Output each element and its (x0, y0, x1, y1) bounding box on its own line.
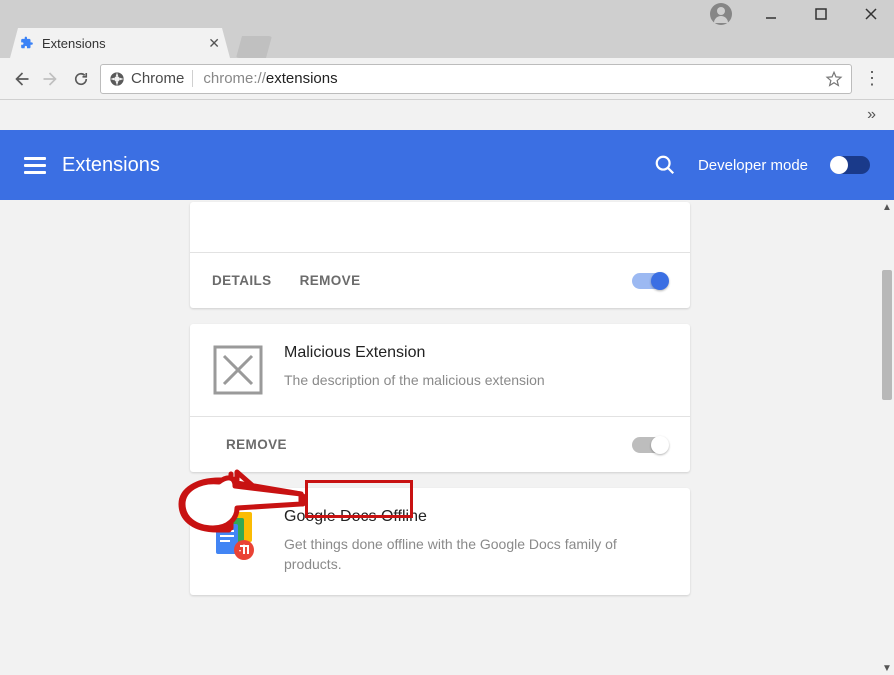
profile-icon[interactable] (710, 3, 732, 25)
toolbar-overflow[interactable]: » (0, 100, 894, 130)
tab-extensions[interactable]: Extensions ✕ (10, 28, 230, 58)
chrome-menu-button[interactable]: ⋮ (860, 68, 884, 89)
minimize-button[interactable] (760, 3, 782, 25)
window-titlebar (0, 0, 894, 28)
menu-icon[interactable] (24, 153, 46, 178)
remove-button[interactable]: REMOVE (212, 428, 301, 461)
vertical-scrollbar[interactable]: ▲ ▼ (880, 200, 894, 675)
url-origin: Chrome (131, 70, 193, 87)
extension-description: Get things done offline with the Google … (284, 534, 668, 575)
url-text: chrome://extensions (199, 70, 819, 87)
new-tab-button[interactable] (236, 36, 272, 58)
content-area: DETAILS REMOVE Malicious Extension The d… (0, 200, 880, 675)
scroll-thumb[interactable] (882, 270, 892, 400)
details-button[interactable]: DETAILS (212, 273, 272, 288)
extension-toggle[interactable] (632, 273, 668, 289)
developer-mode-toggle[interactable] (830, 156, 870, 174)
remove-button[interactable]: REMOVE (300, 273, 361, 288)
puzzle-icon (20, 36, 34, 50)
scroll-down-arrow[interactable]: ▼ (880, 661, 894, 675)
extension-card-malicious: Malicious Extension The description of t… (190, 324, 690, 472)
extensions-header: Extensions Developer mode (0, 130, 894, 200)
reload-button[interactable] (70, 68, 92, 90)
back-button[interactable] (10, 68, 32, 90)
tab-close-button[interactable]: ✕ (208, 35, 220, 52)
tab-strip: Extensions ✕ (0, 28, 894, 58)
forward-button[interactable] (40, 68, 62, 90)
address-bar[interactable]: Chrome chrome://extensions (100, 64, 852, 94)
close-window-button[interactable] (860, 3, 882, 25)
tab-title: Extensions (42, 36, 208, 51)
maximize-button[interactable] (810, 3, 832, 25)
extension-name: Malicious Extension (284, 344, 545, 362)
site-info-icon[interactable] (109, 71, 125, 87)
extension-card: DETAILS REMOVE (190, 202, 690, 308)
bookmark-icon[interactable] (825, 70, 843, 88)
extension-toggle[interactable] (632, 437, 668, 453)
browser-toolbar: Chrome chrome://extensions ⋮ (0, 58, 894, 100)
extension-placeholder-icon (212, 344, 264, 396)
extension-description: The description of the malicious extensi… (284, 370, 545, 390)
scroll-up-arrow[interactable]: ▲ (880, 200, 894, 214)
developer-mode-label: Developer mode (698, 157, 808, 174)
extension-card-docs-offline: Google Docs Offline Get things done offl… (190, 488, 690, 595)
google-docs-icon (212, 508, 264, 560)
chevron-overflow-icon: » (867, 106, 876, 124)
page-title: Extensions (62, 154, 160, 177)
extension-name: Google Docs Offline (284, 508, 668, 526)
search-icon[interactable] (654, 154, 676, 176)
